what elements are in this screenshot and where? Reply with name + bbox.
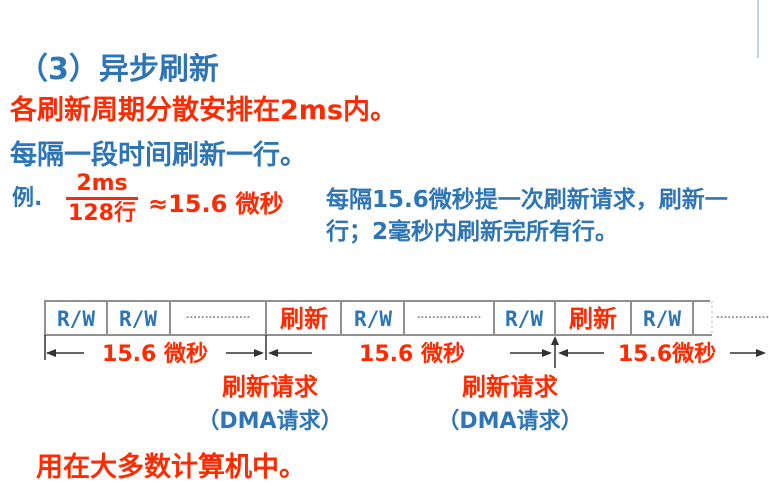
interval-label: 15.6 微秒	[359, 341, 465, 367]
dma-request-label: （DMA请求）	[197, 408, 342, 434]
cell-rw: R/W	[505, 307, 543, 331]
arrow-head-right	[542, 349, 552, 357]
cell-rw: R/W	[354, 307, 392, 331]
cell-rw: R/W	[643, 307, 681, 331]
cell-rw: R/W	[57, 307, 95, 331]
arrow-head-left	[558, 349, 568, 357]
arrow-head-left	[46, 349, 56, 357]
timeline-diagram: R/W R/W 刷新 R/W R/W 刷新 R/W ..............…	[44, 300, 769, 434]
dots-filler: .................	[417, 310, 482, 321]
refresh-request-label: 刷新请求	[222, 373, 318, 401]
dots-filler: .................	[186, 310, 251, 321]
refresh-request-label: 刷新请求	[462, 373, 558, 401]
arrow-head-right	[254, 349, 264, 357]
interval-label: 15.6微秒	[618, 341, 716, 367]
arrow-head-right	[756, 349, 766, 357]
cell-refresh: 刷新	[569, 305, 617, 333]
cell-refresh: 刷新	[280, 305, 328, 333]
dma-request-label: （DMA请求）	[437, 408, 582, 434]
request-arrowhead	[551, 336, 559, 345]
cell-rw: R/W	[119, 307, 157, 331]
footer-line: 用在大多数计算机中。	[36, 452, 306, 483]
dots-filler: .................	[716, 310, 769, 321]
arrow-head-left	[268, 349, 278, 357]
interval-label: 15.6 微秒	[102, 341, 208, 367]
